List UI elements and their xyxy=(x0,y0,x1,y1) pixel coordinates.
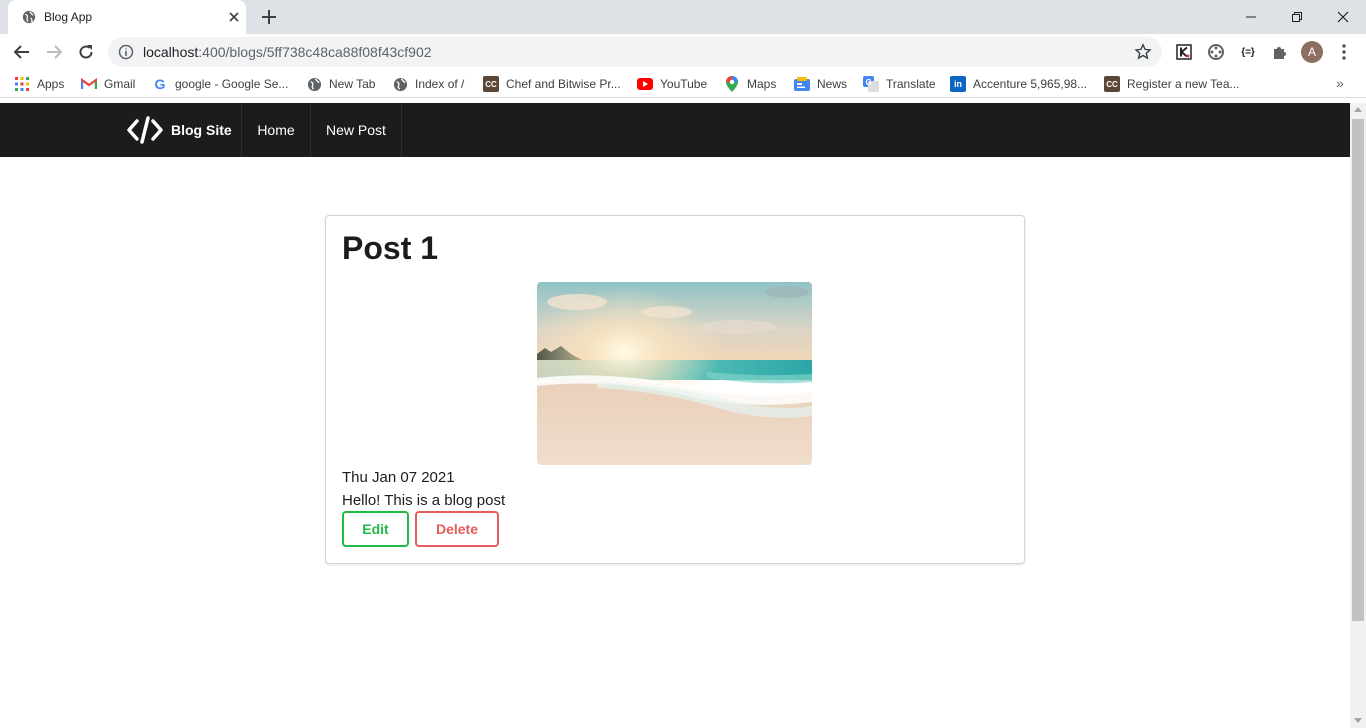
bookmark-new-tab[interactable]: New Tab xyxy=(306,76,375,92)
brand-link[interactable]: Blog Site xyxy=(112,103,242,157)
bookmarks-bar: Apps Gmail Ggoogle - Google Se... New Ta… xyxy=(0,70,1366,98)
address-bar[interactable]: localhost:400/blogs/5ff738c48ca88f08f43c… xyxy=(108,37,1162,67)
bookmark-label: Accenture 5,965,98... xyxy=(973,77,1088,91)
bookmark-linkedin[interactable]: in Accenture 5,965,98... xyxy=(950,76,1087,92)
extensions-puzzle-icon[interactable] xyxy=(1270,42,1290,62)
bookmark-translate[interactable]: G Translate xyxy=(863,76,936,92)
bookmark-register-team[interactable]: CC Register a new Tea... xyxy=(1104,76,1240,92)
star-icon[interactable] xyxy=(1134,43,1152,61)
back-button[interactable] xyxy=(10,40,34,64)
gmail-icon xyxy=(81,76,97,92)
restore-button[interactable] xyxy=(1274,4,1320,30)
brand-name: Blog Site xyxy=(171,122,232,138)
browser-titlebar: Blog App xyxy=(0,0,1366,34)
youtube-icon xyxy=(637,76,653,92)
extension-json-icon[interactable]: {=} xyxy=(1238,42,1258,62)
url-host: localhost xyxy=(143,44,199,60)
linkedin-icon: in xyxy=(950,76,966,92)
nav-new-post[interactable]: New Post xyxy=(311,103,402,157)
scrollbar-thumb[interactable] xyxy=(1352,119,1364,621)
bookmark-youtube[interactable]: YouTube xyxy=(637,76,707,92)
svg-text:G: G xyxy=(866,78,872,87)
post-image xyxy=(537,282,812,465)
scroll-up-arrow-icon[interactable] xyxy=(1354,107,1362,112)
close-icon xyxy=(1337,11,1349,23)
code-logo-icon xyxy=(127,116,163,144)
url-path: :400/blogs/5ff738c48ca88f08f43cf902 xyxy=(198,44,432,60)
site-navbar: Blog Site Home New Post xyxy=(0,103,1350,157)
news-icon xyxy=(794,76,810,92)
browser-tab[interactable]: Blog App xyxy=(8,0,246,34)
page-viewport: Blog Site Home New Post Post 1 Thu Jan 0… xyxy=(0,103,1350,728)
url-text[interactable]: localhost:400/blogs/5ff738c48ca88f08f43c… xyxy=(143,44,432,60)
beach-sunset-image xyxy=(537,282,812,465)
avatar[interactable]: A xyxy=(1301,41,1323,63)
minimize-button[interactable] xyxy=(1228,4,1274,30)
arrow-right-icon xyxy=(47,45,63,59)
bookmark-label: google - Google Se... xyxy=(175,77,289,91)
post-card: Post 1 Thu Jan 07 2021 Hello! This is a … xyxy=(325,215,1025,564)
bookmark-news[interactable]: News xyxy=(794,76,847,92)
extension-film-icon[interactable] xyxy=(1206,42,1226,62)
bookmark-label: Register a new Tea... xyxy=(1127,77,1240,91)
bookmark-label: Translate xyxy=(886,77,936,91)
extension-k-icon[interactable] xyxy=(1174,42,1194,62)
edit-button[interactable]: Edit xyxy=(342,511,409,547)
more-bookmarks-chevron-icon[interactable]: » xyxy=(1336,75,1344,91)
page-scrollbar[interactable] xyxy=(1350,103,1366,728)
translate-icon: G xyxy=(863,76,879,92)
bookmark-label: News xyxy=(817,77,848,91)
reload-button[interactable] xyxy=(74,40,98,64)
post-date: Thu Jan 07 2021 xyxy=(342,469,455,486)
google-icon: G xyxy=(154,76,166,92)
bookmark-label: Chef and Bitwise Pr... xyxy=(506,77,621,91)
arrow-left-icon xyxy=(13,45,29,59)
codechef-icon: CC xyxy=(483,76,499,92)
bookmark-gmail[interactable]: Gmail xyxy=(81,76,135,92)
bookmark-index-of[interactable]: Index of / xyxy=(392,76,464,92)
post-body: Hello! This is a blog post xyxy=(342,492,506,509)
bookmark-maps[interactable]: Maps xyxy=(724,76,776,92)
tab-title: Blog App xyxy=(44,10,93,24)
bookmark-google-search[interactable]: Ggoogle - Google Se... xyxy=(152,76,289,92)
globe-icon xyxy=(392,76,408,92)
globe-icon xyxy=(306,76,322,92)
bookmark-label: Gmail xyxy=(104,77,136,91)
plus-icon[interactable] xyxy=(260,8,278,26)
bookmark-codechef[interactable]: CC Chef and Bitwise Pr... xyxy=(483,76,621,92)
minimize-icon xyxy=(1246,16,1256,18)
post-title: Post 1 xyxy=(342,230,439,266)
reload-icon xyxy=(79,45,93,59)
close-icon[interactable] xyxy=(226,9,242,25)
nav-home[interactable]: Home xyxy=(242,103,311,157)
bookmark-label: Index of / xyxy=(415,77,465,91)
bookmark-label: Maps xyxy=(747,77,777,91)
browser-toolbar: localhost:400/blogs/5ff738c48ca88f08f43c… xyxy=(0,34,1366,70)
codechef-icon: CC xyxy=(1104,76,1120,92)
delete-button[interactable]: Delete xyxy=(415,511,499,547)
close-window-button[interactable] xyxy=(1320,4,1366,30)
maps-icon xyxy=(724,76,740,92)
bookmark-label: New Tab xyxy=(329,77,376,91)
restore-icon xyxy=(1292,12,1302,22)
globe-icon xyxy=(22,10,36,24)
menu-kebab-icon[interactable] xyxy=(1334,42,1354,62)
bookmark-apps[interactable]: Apps xyxy=(14,76,64,92)
bookmark-label: Apps xyxy=(37,77,65,91)
scroll-down-arrow-icon[interactable] xyxy=(1354,718,1362,723)
info-icon[interactable] xyxy=(118,44,134,60)
apps-grid-icon xyxy=(14,76,30,92)
forward-button[interactable] xyxy=(42,40,66,64)
bookmark-label: YouTube xyxy=(660,77,708,91)
